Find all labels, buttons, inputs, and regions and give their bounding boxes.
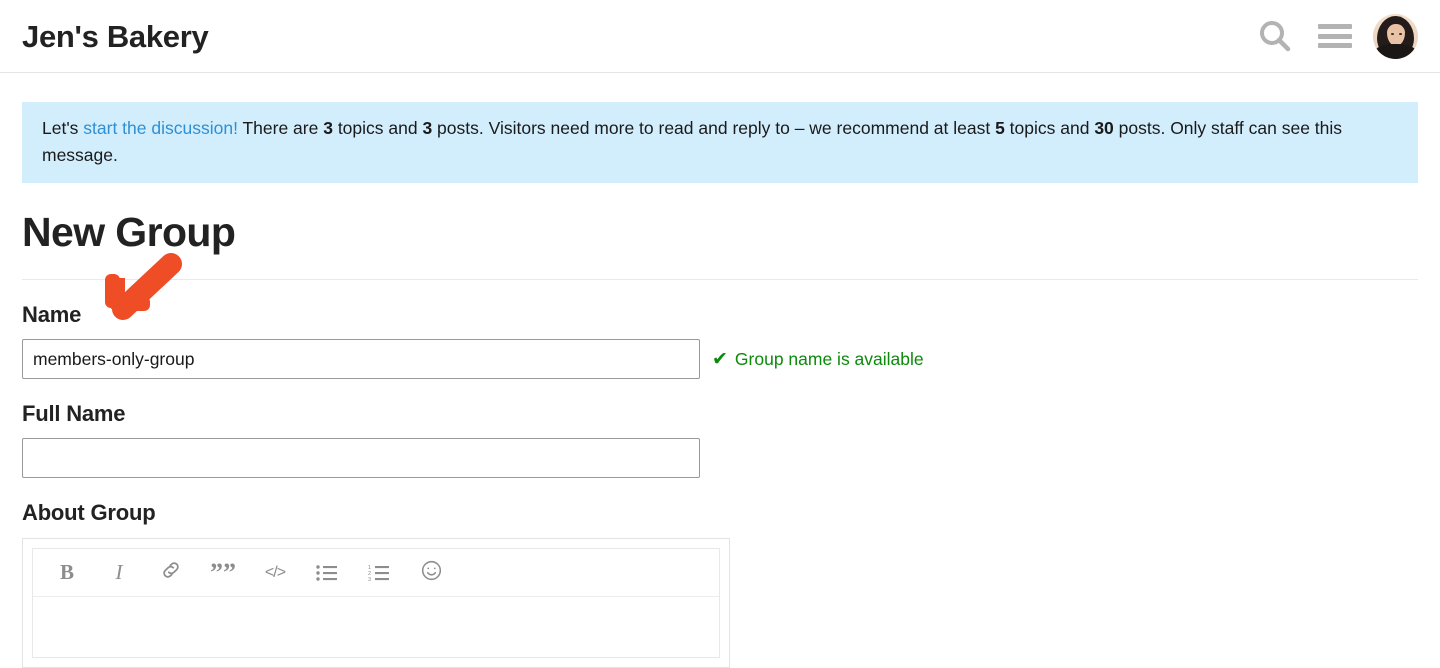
- emoji-icon: [420, 559, 443, 587]
- notice-part2: topics and: [332, 118, 423, 138]
- notice-part3: posts. Visitors need more to read and re…: [432, 118, 996, 138]
- about-group-editor-inner: B I ”” </> 1 2 3: [32, 548, 720, 659]
- hamburger-menu-button[interactable]: [1313, 14, 1357, 58]
- site-title[interactable]: Jen's Bakery: [22, 21, 209, 52]
- start-discussion-link[interactable]: start the discussion!: [83, 118, 238, 138]
- link-button[interactable]: [147, 553, 195, 593]
- name-availability-message: ✔ Group name is available: [712, 349, 924, 370]
- bulleted-list-icon: [316, 564, 338, 582]
- notice-topics-count: 3: [323, 118, 333, 138]
- full-name-input[interactable]: [22, 438, 700, 479]
- search-button[interactable]: [1253, 14, 1297, 58]
- page-content: Let's start the discussion! There are 3 …: [0, 102, 1440, 668]
- about-group-editor: B I ”” </> 1 2 3: [22, 538, 730, 668]
- notice-part4: topics and: [1004, 118, 1095, 138]
- code-icon: </>: [264, 563, 286, 581]
- name-field-label: Name: [22, 302, 82, 328]
- name-field-row: ✔ Group name is available: [22, 339, 1418, 380]
- full-name-field-label: Full Name: [22, 401, 126, 427]
- name-availability-text: Group name is available: [734, 348, 924, 369]
- site-header: Jen's Bakery: [0, 0, 1440, 73]
- notice-lead: Let's: [42, 118, 84, 138]
- staff-notice-banner: Let's start the discussion! There are 3 …: [22, 102, 1418, 184]
- editor-toolbar: B I ”” </> 1 2 3: [33, 549, 719, 598]
- svg-text:3: 3: [368, 577, 371, 582]
- link-icon: [160, 559, 182, 586]
- numbered-list-button[interactable]: 1 2 3: [355, 553, 403, 593]
- page-title: New Group: [22, 209, 236, 256]
- quote-button[interactable]: ””: [199, 553, 247, 593]
- numbered-list-icon: 1 2 3: [368, 564, 390, 582]
- notice-part1: There are: [237, 118, 324, 138]
- check-icon: ✔: [712, 348, 728, 370]
- italic-icon: I: [115, 560, 123, 585]
- header-actions: [1253, 13, 1418, 59]
- avatar[interactable]: [1373, 13, 1418, 59]
- bold-icon: B: [59, 560, 74, 585]
- bulleted-list-button[interactable]: [303, 553, 351, 593]
- title-divider: [22, 279, 1418, 281]
- italic-button[interactable]: I: [95, 553, 143, 593]
- about-group-field-label: About Group: [22, 500, 156, 526]
- hamburger-menu-icon: [1318, 24, 1352, 48]
- notice-rec-posts: 30: [1094, 118, 1114, 138]
- about-group-textarea[interactable]: [33, 597, 719, 658]
- bold-button[interactable]: B: [43, 553, 91, 593]
- name-input[interactable]: [22, 339, 700, 380]
- search-icon: [1257, 18, 1293, 54]
- quote-icon: ””: [210, 557, 236, 587]
- notice-rec-topics: 5: [995, 118, 1005, 138]
- emoji-button[interactable]: [407, 553, 455, 593]
- full-name-field-row: [22, 438, 1418, 479]
- code-button[interactable]: </>: [251, 553, 299, 593]
- notice-posts-count: 3: [422, 118, 433, 138]
